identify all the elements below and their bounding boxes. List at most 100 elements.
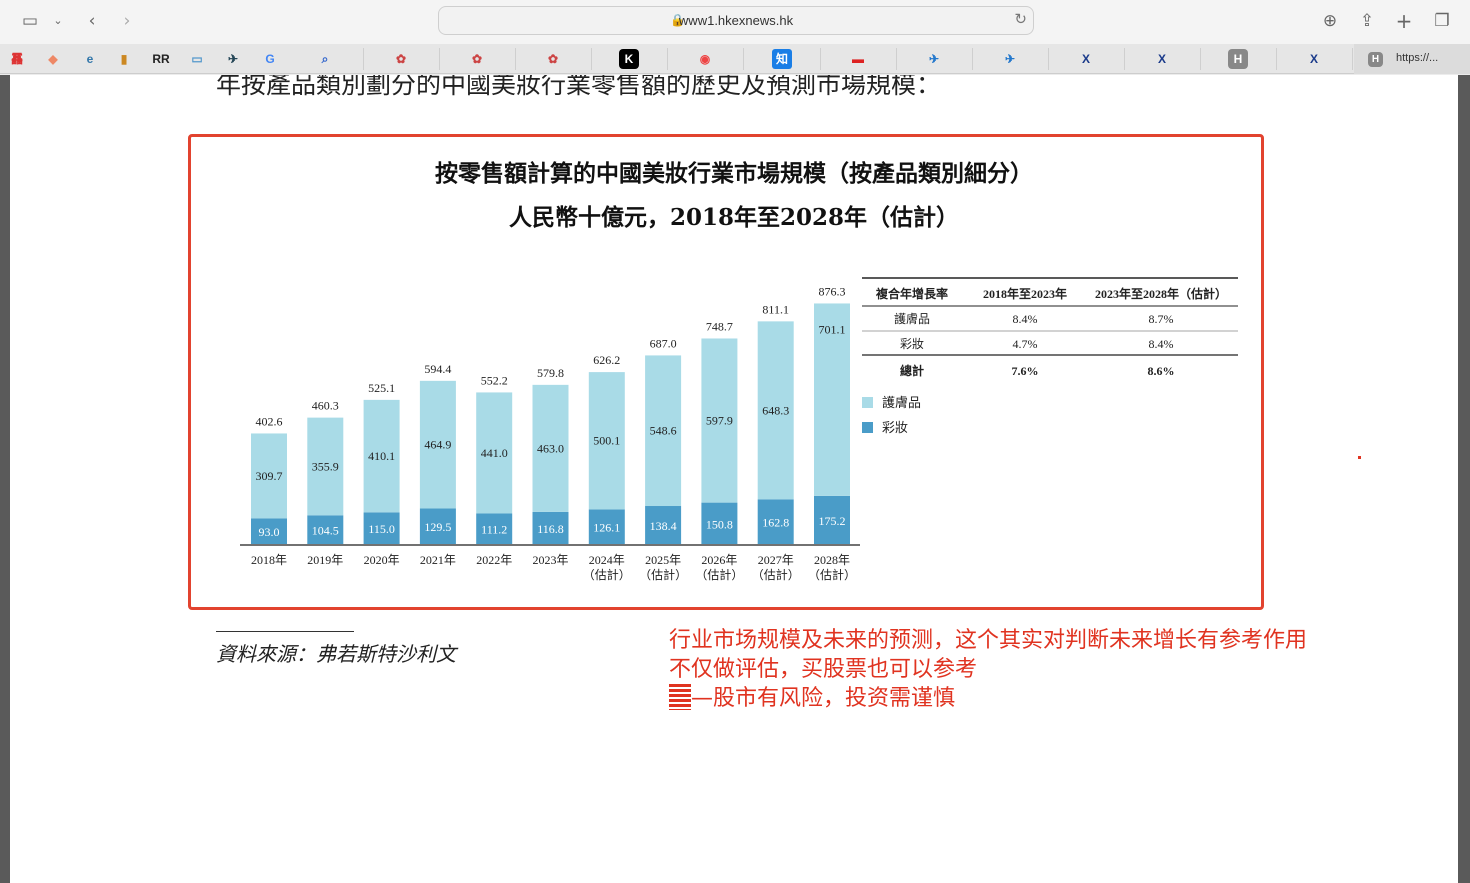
- zhihu-icon[interactable]: 知: [772, 49, 792, 69]
- x-tick-label: 2020年: [364, 553, 400, 567]
- x-tick-label: 2023年: [532, 553, 568, 567]
- bar-value-skincare: 463.0: [537, 441, 564, 455]
- chevron-down-icon[interactable]: ⌄: [46, 10, 70, 32]
- address-bar[interactable]: 🔒 www1.hkexnews.hk ↻: [438, 6, 1034, 35]
- search-icon[interactable]: ⌕: [315, 49, 335, 69]
- bar-total-label: 460.3: [312, 399, 339, 413]
- bar-total-label: 594.4: [424, 362, 451, 376]
- bar-value-skincare: 548.6: [650, 424, 677, 438]
- tab-favicon-2-icon[interactable]: ◆: [43, 49, 63, 69]
- annotation-marker-icon: [669, 684, 691, 710]
- tab-favicon-1-icon[interactable]: 靐: [7, 49, 27, 69]
- tab-favicon-x3-icon[interactable]: X: [1304, 49, 1324, 69]
- bar-total-label: 402.6: [256, 414, 283, 428]
- bar-value-skincare: 701.1: [819, 322, 846, 336]
- tab-separator: [1124, 48, 1125, 70]
- tab-favicon-plane1-icon[interactable]: ✈: [924, 49, 944, 69]
- bar-value-skincare: 648.3: [762, 403, 789, 417]
- bar-value-makeup: 150.8: [706, 517, 733, 531]
- bar-total-label: 748.7: [706, 319, 733, 333]
- annotation-line-3-text: —股市有风险，投资需谨慎: [691, 686, 956, 711]
- bar-value-makeup: 138.4: [650, 519, 677, 533]
- tab-overview-icon[interactable]: ❐: [1430, 10, 1454, 32]
- tab-favicon-3-icon[interactable]: e: [80, 49, 100, 69]
- annotation-line-1: 行业市场规模及未来的预测，这个其实对判断未来增长有参考作用: [669, 628, 1308, 653]
- tab-favicon-hk2-icon[interactable]: ✿: [467, 49, 487, 69]
- tab-separator: [1352, 48, 1353, 70]
- table-cell: 8.7%: [1149, 312, 1174, 326]
- x-tick-label: 2025年: [645, 553, 681, 567]
- tab-separator: [591, 48, 592, 70]
- bar-value-makeup: 126.1: [593, 521, 620, 535]
- source-note: 資料來源：弗若斯特沙利文: [216, 642, 456, 666]
- tab-favicon-h-icon: H: [1368, 52, 1383, 67]
- tab-separator: [820, 48, 821, 70]
- table-cell: 7.6%: [1012, 364, 1039, 378]
- table-header-cell: 複合年增長率: [875, 286, 948, 301]
- bar-value-skincare: 597.9: [706, 414, 733, 428]
- bar-value-skincare: 309.7: [256, 469, 283, 483]
- forward-icon[interactable]: ›: [115, 10, 139, 32]
- bar-total-label: 552.2: [481, 373, 508, 387]
- tab-favicon-7-icon[interactable]: ✈: [223, 49, 243, 69]
- browser-toolbar: ▭ ⌄ ‹ › 🔒 www1.hkexnews.hk ↻ ⊕ ⇪ + ❐: [0, 0, 1470, 44]
- tab-favicon-x2-icon[interactable]: X: [1152, 49, 1172, 69]
- tab-favicon-x1-icon[interactable]: X: [1076, 49, 1096, 69]
- tab-separator: [515, 48, 516, 70]
- tab-bar: H https://... 靐 ◆ e ▮ RR ▭ ✈ G ⌕ ✿ ✿ ✿ K ◉ 知 ▬ ✈ ✈ X X H X: [0, 44, 1470, 74]
- bar-value-makeup: 162.8: [762, 516, 789, 530]
- table-cell: 8.4%: [1013, 312, 1038, 326]
- tab-separator: [972, 48, 973, 70]
- weibo-icon[interactable]: ◉: [695, 49, 715, 69]
- x-tick-label: 2028年: [814, 553, 850, 567]
- table-header-cell: 2023年至2028年（估計）: [1095, 286, 1227, 301]
- table-cell: 護膚品: [894, 311, 930, 326]
- tab-favicon-k-icon[interactable]: K: [619, 49, 639, 69]
- tab-favicon-plane2-icon[interactable]: ✈: [1000, 49, 1020, 69]
- tab-favicon-6-icon[interactable]: ▭: [187, 49, 207, 69]
- tab-favicon-4-icon[interactable]: ▮: [114, 49, 134, 69]
- tab-separator: [363, 48, 364, 70]
- tab-favicon-red-icon[interactable]: ▬: [848, 49, 868, 69]
- tab-separator: [1200, 48, 1201, 70]
- chart: 93.0 309.7 402.6 2018年 104.5 355.9 460.3 2019年 1…: [240, 277, 1238, 582]
- bar-value-skincare: 441.0: [481, 446, 508, 460]
- bar-value-skincare: 355.9: [312, 459, 339, 473]
- tab-favicon-h-icon[interactable]: H: [1228, 49, 1248, 69]
- annotation-line-3: —股市有风险，投资需谨慎: [669, 684, 955, 713]
- table-cell: 4.7%: [1013, 337, 1038, 351]
- tab-favicon-rr-icon[interactable]: RR: [151, 49, 171, 69]
- bar-total-label: 525.1: [368, 381, 395, 395]
- table-cell: 總計: [900, 363, 924, 378]
- left-gutter: [0, 75, 10, 883]
- bar-value-makeup: 104.5: [312, 524, 339, 538]
- reload-icon[interactable]: ↻: [1014, 10, 1027, 28]
- x-tick-sublabel: （估計）: [583, 567, 631, 582]
- back-icon[interactable]: ‹: [80, 10, 104, 32]
- address-url: www1.hkexnews.hk: [678, 13, 794, 28]
- right-gutter: [1458, 75, 1470, 883]
- bar-value-makeup: 175.2: [819, 514, 846, 528]
- tab-active[interactable]: H https://...: [1354, 44, 1470, 74]
- share-icon[interactable]: ⇪: [1355, 10, 1379, 32]
- legend-label: 彩妝: [882, 420, 908, 435]
- new-tab-icon[interactable]: +: [1392, 10, 1416, 32]
- x-tick-sublabel: （估計）: [695, 567, 743, 582]
- tab-separator: [1048, 48, 1049, 70]
- download-icon[interactable]: ⊕: [1318, 10, 1342, 32]
- tab-separator: [667, 48, 668, 70]
- x-tick-label: 2018年: [251, 553, 287, 567]
- tab-favicon-hk1-icon[interactable]: ✿: [391, 49, 411, 69]
- bar-value-makeup: 111.2: [481, 523, 507, 537]
- bar-total-label: 811.1: [762, 302, 789, 316]
- table-cell: 8.4%: [1149, 337, 1174, 351]
- google-icon[interactable]: G: [260, 49, 280, 69]
- tab-favicon-hk3-icon[interactable]: ✿: [543, 49, 563, 69]
- x-tick-label: 2027年: [758, 553, 794, 567]
- x-tick-label: 2022年: [476, 553, 512, 567]
- legend-swatch: [862, 422, 873, 433]
- sidebar-toggle-icon[interactable]: ▭: [18, 10, 42, 32]
- bar-total-label: 626.2: [593, 353, 620, 367]
- tab-separator: [896, 48, 897, 70]
- tab-separator: [743, 48, 744, 70]
